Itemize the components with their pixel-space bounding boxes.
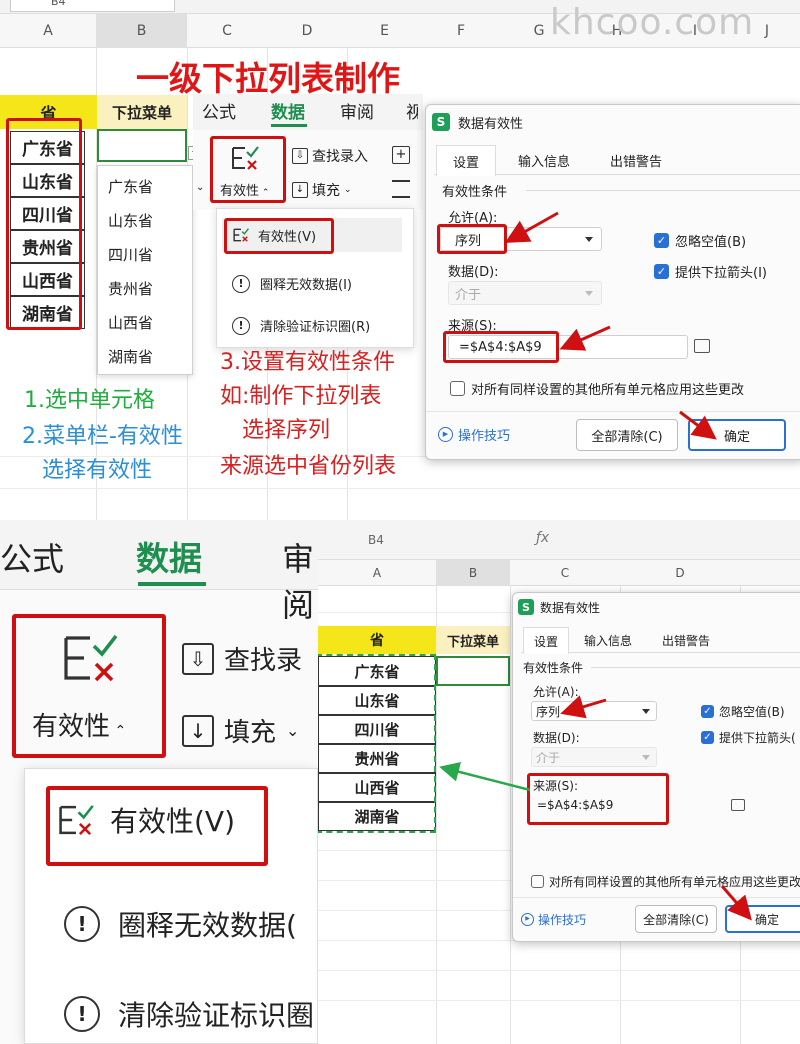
bottom-arrows	[439, 695, 752, 921]
